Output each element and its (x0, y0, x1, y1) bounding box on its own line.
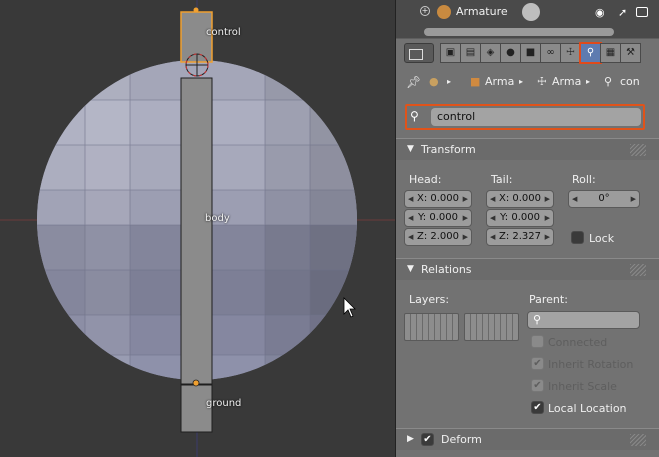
inherit-rotation-checkbox[interactable]: ✔ (531, 357, 544, 370)
lock-checkbox[interactable] (571, 231, 584, 244)
chevron-right-icon: ▸ (519, 77, 524, 86)
connected-checkbox[interactable] (531, 335, 544, 348)
tab-render-layers-icon[interactable]: ▤ (460, 43, 481, 63)
chevron-right-icon: ▸ (447, 77, 452, 86)
3d-cursor (185, 53, 209, 77)
pin-icon[interactable]: 📌︎ (406, 75, 421, 89)
bone-label-ground: ground (206, 398, 242, 409)
tab-constraints-icon[interactable]: ∞ (540, 43, 561, 63)
bone-body[interactable] (180, 77, 213, 385)
editor-type-button[interactable] (404, 43, 434, 63)
head-y-field[interactable]: ◀ Y: 0.000 ▶ (404, 209, 472, 227)
relations-title: Relations (421, 263, 472, 276)
armature-icon: ☩ (537, 75, 547, 88)
breadcrumb-armature[interactable]: Arma (552, 75, 581, 88)
chevron-right-icon: ▸ (586, 77, 591, 86)
tail-label: Tail: (491, 173, 513, 186)
bone-layers-grid-left[interactable] (404, 313, 459, 341)
bone-name-row: ⚲ control (405, 104, 645, 130)
connected-label: Connected (548, 336, 608, 349)
relations-panel-header[interactable]: ▼ Relations (396, 258, 659, 280)
breadcrumb-object[interactable]: Arma (485, 75, 514, 88)
outliner-scrollbar[interactable] (396, 26, 659, 38)
tab-object-icon[interactable]: ■ (520, 43, 541, 63)
eye-icon[interactable]: ◉ (595, 6, 605, 19)
bone-label-body: body (205, 213, 230, 224)
outliner-row-armature[interactable]: + Armature ◉ ➚ (396, 0, 659, 26)
transform-title: Transform (421, 143, 476, 156)
lock-label: Lock (589, 232, 615, 245)
tab-bone-constraints-icon[interactable]: ⚒ (620, 43, 641, 63)
bone-icon: ⚲ (410, 109, 419, 123)
bone-layers-grid-right[interactable] (464, 313, 519, 341)
roll-label: Roll: (572, 173, 596, 186)
deform-title: Deform (441, 433, 482, 446)
bone-icon: ⚲ (604, 75, 613, 88)
breadcrumb-bone[interactable]: con (620, 75, 640, 88)
roll-field[interactable]: ◀ 0° ▶ (568, 190, 640, 208)
inherit-scale-checkbox[interactable]: ✔ (531, 379, 544, 392)
context-tabs: ▣ ▤ ◈ ● ■ ∞ ☩ ⚲ ▦ ⚒ (440, 42, 641, 64)
bone-icon: ⚲ (533, 313, 542, 326)
pose-icon[interactable] (522, 3, 540, 21)
local-location-label: Local Location (548, 402, 627, 415)
tab-armature-data-icon[interactable]: ☩ (560, 43, 581, 63)
mouse-cursor-icon (343, 297, 356, 318)
drag-handle-icon[interactable] (630, 144, 646, 156)
camera-icon[interactable] (636, 7, 648, 17)
drag-handle-icon[interactable] (630, 264, 646, 276)
tail-y-field[interactable]: ◀ Y: 0.000 ▶ (486, 209, 554, 227)
scene-icon: ● (429, 75, 439, 88)
properties-editor: + Armature ◉ ➚ ▣ ▤ ◈ ● ■ ∞ ☩ ⚲ ▦ ⚒ 📌︎ ● ▸ ■ Arma … (395, 0, 659, 457)
tail-x-field[interactable]: ◀ X: 0.000 ▶ (486, 190, 554, 208)
tab-scene-icon[interactable]: ◈ (480, 43, 501, 63)
head-z-field[interactable]: ◀ Z: 2.000 ▶ (404, 228, 472, 246)
scrollbar-thumb[interactable] (424, 28, 614, 36)
tail-z-field[interactable]: ◀ Z: 2.327 ▶ (486, 228, 554, 246)
expanded-triangle-icon: ▼ (407, 264, 414, 274)
parent-label: Parent: (529, 293, 568, 306)
head-label: Head: (409, 173, 442, 186)
tab-texture-icon[interactable]: ▦ (600, 43, 621, 63)
bone-name-field[interactable]: control (431, 108, 641, 126)
inherit-rotation-label: Inherit Rotation (548, 358, 634, 371)
local-location-checkbox[interactable]: ✔ (531, 401, 544, 414)
object-name-label[interactable]: Armature (456, 5, 508, 18)
inherit-scale-label: Inherit Scale (548, 380, 617, 393)
viewport-canvas (0, 0, 395, 457)
tab-bone-icon[interactable]: ⚲ (579, 42, 602, 64)
3d-viewport[interactable]: control body ground (0, 0, 395, 457)
tab-world-icon[interactable]: ● (500, 43, 521, 63)
parent-field[interactable]: ⚲ (527, 311, 640, 329)
bone-label-control: control (206, 27, 241, 38)
tab-render-icon[interactable]: ▣ (440, 43, 461, 63)
head-x-field[interactable]: ◀ X: 0.000 ▶ (404, 190, 472, 208)
deform-panel-header[interactable]: ▶ ✔ Deform (396, 428, 659, 450)
drag-handle-icon[interactable] (630, 434, 646, 446)
expanded-triangle-icon: ▼ (407, 144, 414, 154)
cursor-icon[interactable]: ➚ (618, 6, 627, 19)
context-tabs-bar: ▣ ▤ ◈ ● ■ ∞ ☩ ⚲ ▦ ⚒ (396, 38, 659, 66)
transform-panel-header[interactable]: ▼ Transform (396, 138, 659, 160)
breadcrumb: 📌︎ ● ▸ ■ Arma ▸ ☩ Arma ▸ ⚲ con (396, 66, 659, 96)
object-icon: ■ (470, 75, 481, 88)
plus-icon[interactable]: + (420, 6, 430, 16)
deform-checkbox[interactable]: ✔ (421, 433, 434, 446)
layers-label: Layers: (409, 293, 450, 306)
armature-icon (437, 5, 451, 19)
collapsed-triangle-icon: ▶ (407, 434, 414, 444)
